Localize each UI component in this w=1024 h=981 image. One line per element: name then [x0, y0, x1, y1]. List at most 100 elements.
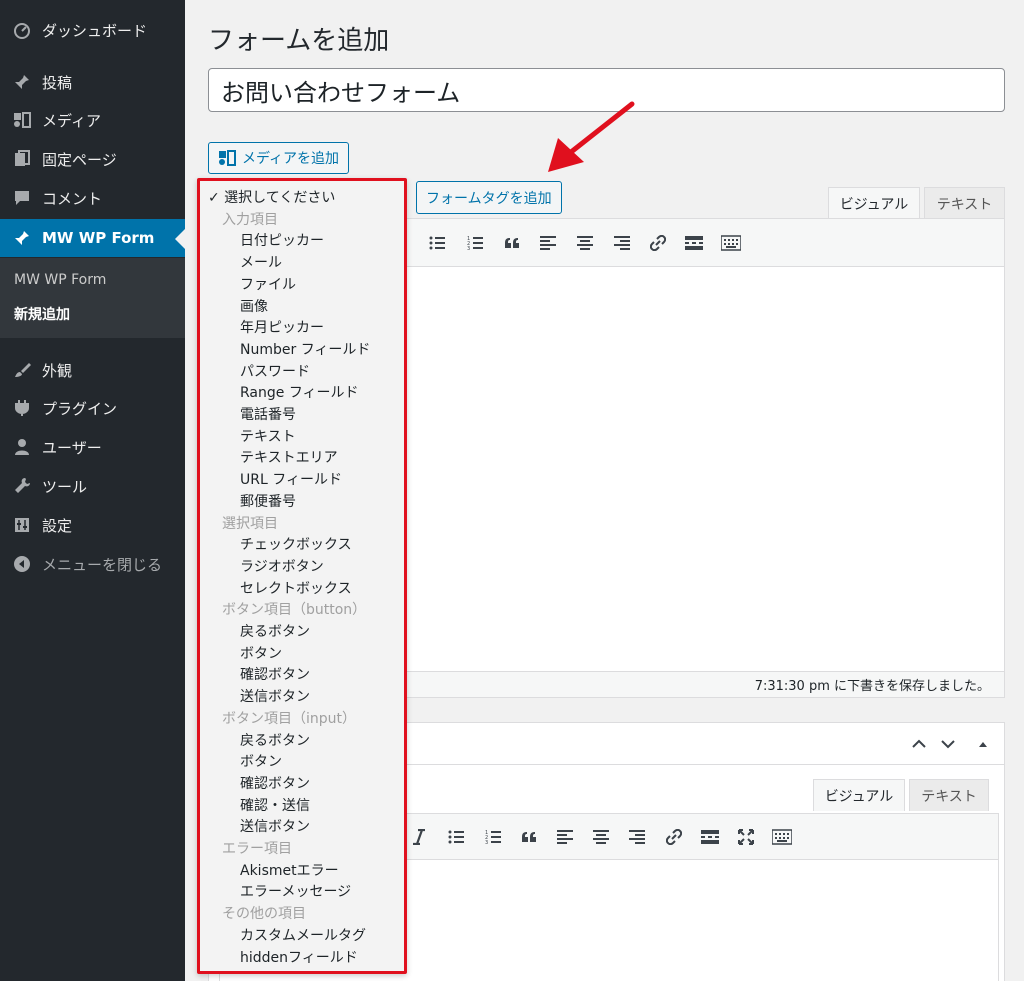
plugin-icon [12, 398, 32, 418]
sidebar-item-label: ダッシュボード [42, 21, 148, 40]
dropdown-option[interactable]: セレクトボックス [200, 579, 404, 600]
dropdown-option[interactable]: Akismetエラー [200, 861, 404, 882]
numbered-list-icon[interactable]: 123 [464, 232, 486, 254]
add-media-button[interactable]: メディアを追加 [208, 142, 350, 174]
sidebar-item-label: ユーザー [42, 438, 102, 457]
read-more-icon[interactable] [699, 826, 721, 848]
sidebar-item-tools[interactable]: ツール [0, 467, 185, 505]
dropdown-selected-option[interactable]: ✓ 選択してください [200, 188, 404, 209]
dropdown-option[interactable]: ボタン [200, 752, 404, 773]
dropdown-option[interactable]: 送信ボタン [200, 687, 404, 708]
dropdown-option[interactable]: ラジオボタン [200, 557, 404, 578]
dropdown-option[interactable]: テキストエリア [200, 448, 404, 469]
sidebar-item-dashboard[interactable]: ダッシュボード [0, 11, 185, 49]
align-right-icon[interactable] [611, 232, 633, 254]
wrench-icon [12, 476, 32, 496]
dropdown-option[interactable]: ファイル [200, 275, 404, 296]
dropdown-group-label: 入力項目 [222, 211, 278, 228]
brush-icon [12, 360, 32, 380]
dropdown-group-label: エラー項目 [222, 841, 292, 857]
dropdown-option[interactable]: チェックボックス [200, 535, 404, 556]
sidebar-item-pages[interactable]: 固定ページ [0, 140, 185, 178]
toolbar-toggle-icon[interactable] [720, 232, 742, 254]
bullet-list-icon[interactable] [445, 826, 467, 848]
fullscreen-icon[interactable] [735, 826, 757, 848]
dropdown-option[interactable]: 電話番号 [200, 405, 404, 426]
align-right-icon[interactable] [626, 826, 648, 848]
dropdown-option[interactable]: パスワード [200, 362, 404, 383]
sidebar-item-media[interactable]: メディア [0, 101, 185, 139]
sidebar-item-users[interactable]: ユーザー [0, 428, 185, 466]
dropdown-option[interactable]: hiddenフィールド [200, 948, 404, 969]
form-tag-select-dropdown[interactable]: ✓ 選択してください入力項目日付ピッカー メール ファイル 画像 年月ピッカー Numbe… [197, 178, 407, 974]
sidebar-item-appearance[interactable]: 外観 [0, 351, 185, 389]
dropdown-option[interactable]: URL フィールド [200, 470, 404, 491]
submenu-item-add-new[interactable]: 新規追加 [14, 304, 70, 324]
add-form-tag-button[interactable]: フォームタグを追加 [416, 181, 562, 214]
sidebar-item-label: 設定 [42, 516, 73, 535]
tab-text[interactable]: テキスト [909, 779, 989, 811]
dropdown-option[interactable]: 戻るボタン [200, 731, 404, 752]
dropdown-option[interactable]: Range フィールド [200, 383, 404, 404]
toolbar-toggle-icon[interactable] [771, 826, 793, 848]
chevron-up-icon[interactable] [910, 735, 928, 753]
svg-text:3: 3 [467, 246, 470, 251]
sidebar-item-settings[interactable]: 設定 [0, 506, 185, 544]
dropdown-option[interactable]: 日付ピッカー [200, 231, 404, 252]
blockquote-icon[interactable] [518, 826, 540, 848]
dropdown-option[interactable]: メール [200, 253, 404, 274]
admin-sidebar: ダッシュボード 投稿 メディア 固定ページ コメント MW WP Form MW… [0, 0, 185, 981]
tab-visual[interactable]: ビジュアル [813, 779, 905, 811]
dropdown-group-label: ボタン項目（input） [222, 710, 357, 727]
dropdown-option[interactable]: Number フィールド [200, 340, 404, 361]
dropdown-option[interactable]: カスタムメールタグ [200, 926, 404, 947]
link-icon[interactable] [663, 826, 685, 848]
dropdown-option[interactable]: 確認ボタン [200, 774, 404, 795]
dropdown-option[interactable]: 確認・送信 [200, 796, 404, 817]
sidebar-item-posts[interactable]: 投稿 [0, 63, 185, 101]
dropdown-option[interactable]: 年月ピッカー [200, 318, 404, 339]
align-left-icon[interactable] [554, 826, 576, 848]
media-icon [218, 149, 236, 167]
read-more-icon[interactable] [683, 232, 705, 254]
sidebar-item-label: MW WP Form [42, 229, 155, 247]
svg-text:3: 3 [485, 840, 488, 845]
dropdown-option[interactable]: 郵便番号 [200, 492, 404, 513]
bullet-list-icon[interactable] [426, 232, 448, 254]
align-center-icon[interactable] [574, 232, 596, 254]
settings-icon [12, 515, 32, 535]
chevron-down-icon[interactable] [939, 735, 957, 753]
dropdown-option[interactable]: 送信ボタン [200, 817, 404, 838]
autosave-status: 7:31:30 pm に下書きを保存しました。 [754, 679, 990, 694]
tab-text[interactable]: テキスト [924, 187, 1005, 219]
blockquote-icon[interactable] [501, 232, 523, 254]
add-media-label: メディアを追加 [242, 151, 340, 167]
sidebar-item-comments[interactable]: コメント [0, 179, 185, 217]
add-form-tag-label: フォームタグを追加 [426, 190, 552, 207]
submenu-item-mw-wp-form[interactable]: MW WP Form [14, 272, 106, 288]
numbered-list-icon[interactable]: 123 [482, 826, 504, 848]
link-icon[interactable] [647, 232, 669, 254]
dropdown-group-label: 選択項目 [222, 515, 278, 532]
pin-icon [12, 228, 32, 248]
page-title: フォームを追加 [208, 26, 390, 56]
dropdown-option[interactable]: 確認ボタン [200, 665, 404, 686]
dropdown-option[interactable]: テキスト [200, 427, 404, 448]
dropdown-option[interactable]: ボタン [200, 644, 404, 665]
sidebar-item-label: プラグイン [42, 399, 118, 418]
dropdown-option[interactable]: 画像 [200, 297, 404, 318]
sidebar-item-mw-wp-form[interactable]: MW WP Form [0, 219, 185, 257]
align-left-icon[interactable] [537, 232, 559, 254]
dropdown-option[interactable]: エラーメッセージ [200, 882, 404, 903]
tab-visual[interactable]: ビジュアル [828, 187, 920, 219]
pin-icon [12, 72, 32, 92]
sidebar-collapse-menu[interactable]: メニューを閉じる [0, 545, 185, 583]
sidebar-item-plugins[interactable]: プラグイン [0, 389, 185, 427]
toggle-panel-icon[interactable] [974, 735, 992, 753]
sidebar-item-label: メディア [42, 111, 101, 130]
sidebar-item-label: コメント [42, 189, 103, 208]
align-center-icon[interactable] [590, 826, 612, 848]
italic-icon[interactable] [408, 826, 430, 848]
dropdown-option[interactable]: 戻るボタン [200, 622, 404, 643]
comment-icon [12, 188, 32, 208]
